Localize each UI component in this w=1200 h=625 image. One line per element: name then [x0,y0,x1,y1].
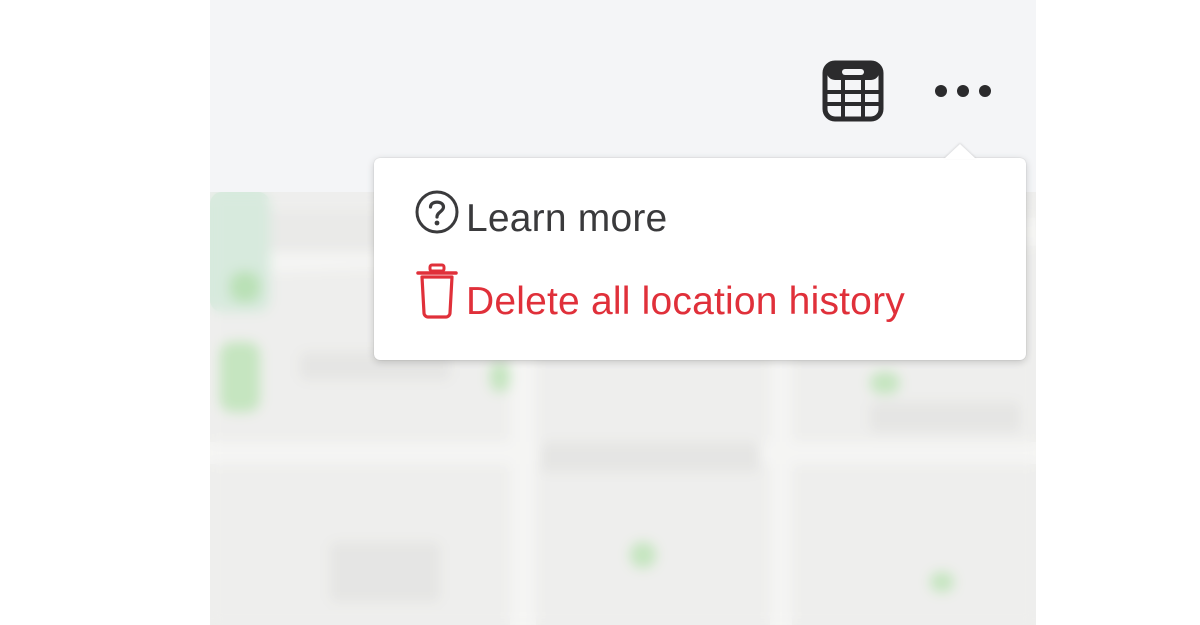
calendar-button[interactable] [818,58,888,128]
calendar-icon [820,58,886,129]
question-circle-icon [414,190,466,235]
menu-item-label: Delete all location history [466,280,905,323]
menu-item-delete-history[interactable]: Delete all location history [414,262,905,342]
popover-arrow [944,144,976,159]
trash-icon [414,263,466,320]
app-window: Learn more Delete all location history [210,0,1036,625]
more-horizontal-icon [933,81,993,106]
menu-item-learn-more[interactable]: Learn more [414,186,667,252]
more-button[interactable] [928,70,998,116]
menu-item-label: Learn more [466,197,668,240]
more-options-menu: Learn more Delete all location history [374,144,1026,360]
